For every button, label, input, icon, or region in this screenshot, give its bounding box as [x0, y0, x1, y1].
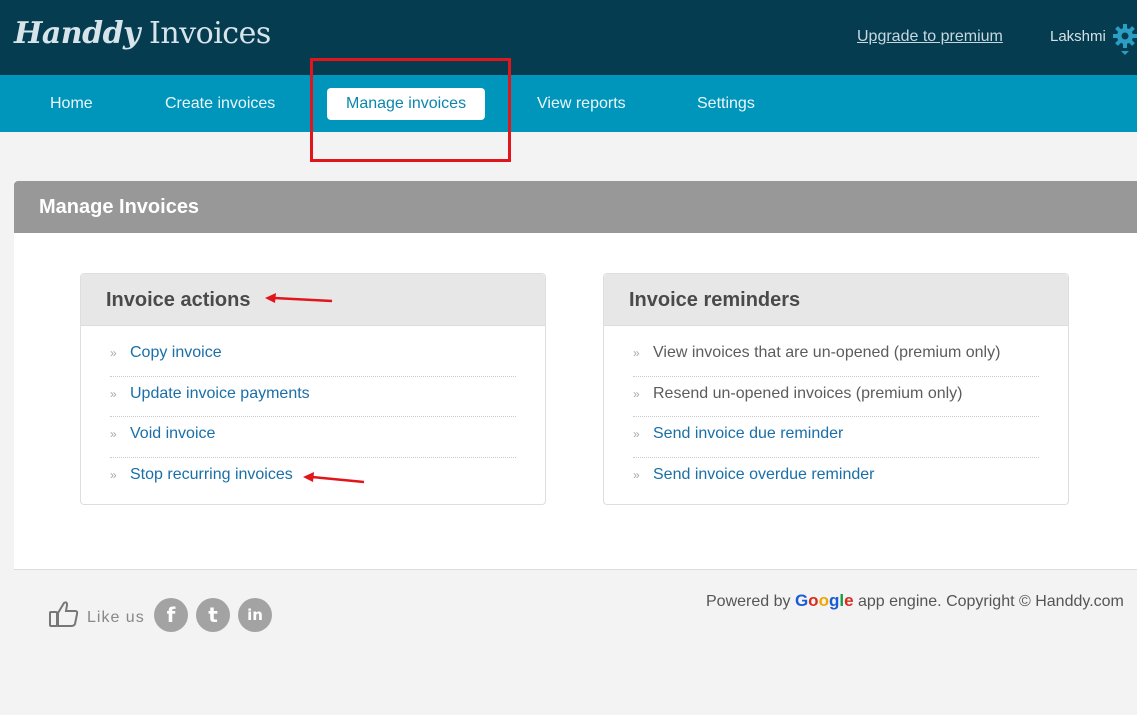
list-item: » Copy invoice — [110, 336, 516, 377]
logo-script-text: Handdy — [14, 16, 140, 51]
annotation-highlight-box — [310, 58, 511, 162]
resend-unopened-invoices-item: Resend un-opened invoices (premium only) — [653, 384, 963, 402]
nav-home[interactable]: Home — [50, 88, 93, 120]
nav-view-reports[interactable]: View reports — [537, 88, 626, 120]
chevron-right-icon: » — [110, 346, 117, 360]
list-item: » View invoices that are un-opened (prem… — [633, 336, 1039, 377]
like-us-label: Like us — [87, 609, 145, 626]
invoice-reminders-card: Invoice reminders » View invoices that a… — [603, 273, 1069, 505]
copy-invoice-link[interactable]: Copy invoice — [130, 344, 222, 362]
send-overdue-reminder-link[interactable]: Send invoice overdue reminder — [653, 466, 874, 484]
list-item: » Send invoice overdue reminder — [633, 458, 1039, 499]
void-invoice-link[interactable]: Void invoice — [130, 425, 215, 443]
chevron-right-icon: » — [633, 467, 640, 482]
list-item: » Void invoice — [110, 417, 516, 458]
list-item: » Resend un-opened invoices (premium onl… — [633, 377, 1039, 417]
linkedin-icon[interactable]: in — [238, 598, 272, 632]
chevron-right-icon: » — [110, 467, 117, 482]
invoice-actions-title: Invoice actions — [106, 289, 251, 311]
annotation-arrow-icon — [265, 293, 333, 303]
update-invoice-payments-link[interactable]: Update invoice payments — [130, 385, 310, 403]
chevron-right-icon: » — [633, 386, 640, 401]
stop-recurring-invoices-link[interactable]: Stop recurring invoices — [130, 466, 293, 484]
page-title: Manage Invoices — [39, 196, 200, 218]
twitter-icon[interactable]: t — [196, 598, 230, 632]
logo-text: Invoices — [139, 16, 271, 51]
app-logo[interactable]: Handdy Invoices — [14, 16, 271, 51]
powered-suffix: app engine. Copyright © Handdy.com — [853, 593, 1124, 610]
manage-invoices-panel: Manage Invoices Invoice actions » Copy i… — [14, 181, 1137, 570]
card-header: Invoice reminders — [604, 274, 1068, 326]
send-due-reminder-link[interactable]: Send invoice due reminder — [653, 425, 843, 443]
gear-icon[interactable] — [1113, 24, 1137, 55]
invoice-reminders-title: Invoice reminders — [629, 289, 801, 311]
thumbs-up-icon — [49, 601, 79, 627]
chevron-right-icon: » — [633, 427, 640, 441]
invoice-reminders-list: » View invoices that are un-opened (prem… — [633, 336, 1039, 498]
chevron-right-icon: » — [110, 386, 117, 401]
powered-prefix: Powered by — [706, 593, 795, 610]
nav-create-invoices[interactable]: Create invoices — [165, 88, 275, 120]
powered-by-text: Powered by Google app engine. Copyright … — [706, 591, 1124, 611]
annotation-arrow-icon — [303, 472, 365, 484]
google-logo: Google — [794, 591, 854, 610]
chevron-right-icon: » — [633, 346, 640, 360]
panel-header: Manage Invoices — [14, 181, 1137, 233]
nav-settings[interactable]: Settings — [697, 88, 755, 120]
upgrade-to-premium-link[interactable]: Upgrade to premium — [857, 28, 1003, 46]
list-item: » Send invoice due reminder — [633, 417, 1039, 458]
main-nav: Home Create invoices Manage invoices Vie… — [0, 75, 1137, 132]
user-name[interactable]: Lakshmi — [1050, 28, 1106, 45]
view-unopened-invoices-item: View invoices that are un-opened (premiu… — [653, 344, 1001, 361]
chevron-right-icon: » — [110, 427, 117, 441]
list-item: » Update invoice payments — [110, 377, 516, 417]
facebook-icon[interactable]: f — [154, 598, 188, 632]
top-header: Handdy Invoices Upgrade to premium Laksh… — [0, 0, 1137, 75]
